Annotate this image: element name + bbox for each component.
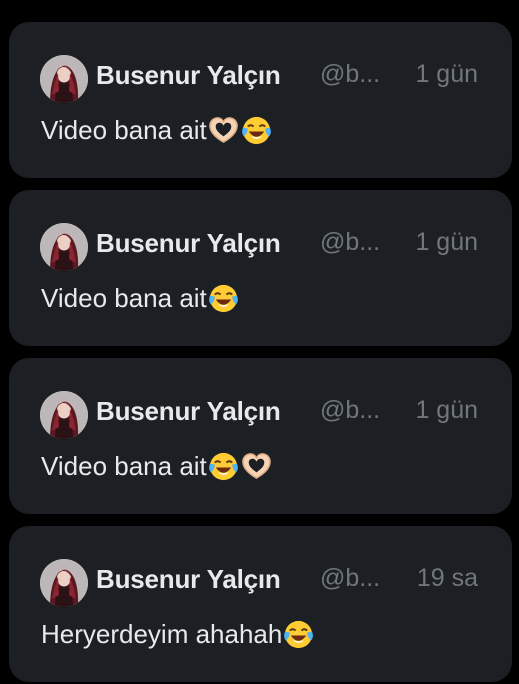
author-name[interactable]: Busenur Yalçın [96,60,281,91]
face-with-tears-of-joy-emoji [207,282,240,315]
face-with-tears-of-joy-emoji [207,450,240,483]
post-card[interactable]: Busenur Yalçın @b... 1 gün Video bana ai… [9,22,512,178]
post-timestamp[interactable]: 1 gün [415,396,478,425]
post-text: Video bana ait [41,114,273,147]
post-text-content: Video bana ait [41,115,207,145]
avatar-image [40,391,88,439]
avatar[interactable] [40,559,88,607]
avatar[interactable] [40,55,88,103]
post-text-content: Heryerdeyim ahahah [41,619,283,649]
author-name[interactable]: Busenur Yalçın [96,228,281,259]
avatar-image [40,223,88,271]
face-with-tears-of-joy-emoji [240,114,273,147]
author-name[interactable]: Busenur Yalçın [96,396,281,427]
post-timestamp[interactable]: 1 gün [415,228,478,257]
heart-hands-emoji [207,114,240,147]
post-text: Heryerdeyim ahahah [41,618,315,651]
post-text-content: Video bana ait [41,283,207,313]
author-handle[interactable]: @b... [320,396,380,425]
post-text-content: Video bana ait [41,451,207,481]
avatar-image [40,559,88,607]
avatar[interactable] [40,223,88,271]
post-text: Video bana ait [41,282,240,315]
post-timestamp[interactable]: 19 sa [417,564,478,593]
avatar-image [40,55,88,103]
reply-feed: Busenur Yalçın @b... 1 gün Video bana ai… [0,0,519,684]
post-timestamp[interactable]: 1 gün [415,60,478,89]
author-handle[interactable]: @b... [320,228,380,257]
heart-hands-emoji [240,450,273,483]
author-handle[interactable]: @b... [320,60,380,89]
post-text: Video bana ait [41,450,273,483]
face-with-tears-of-joy-emoji [282,618,315,651]
post-card[interactable]: Busenur Yalçın @b... 19 sa Heryerdeyim a… [9,526,512,682]
author-name[interactable]: Busenur Yalçın [96,564,281,595]
post-card[interactable]: Busenur Yalçın @b... 1 gün Video bana ai… [9,358,512,514]
avatar[interactable] [40,391,88,439]
author-handle[interactable]: @b... [320,564,380,593]
post-card[interactable]: Busenur Yalçın @b... 1 gün Video bana ai… [9,190,512,346]
